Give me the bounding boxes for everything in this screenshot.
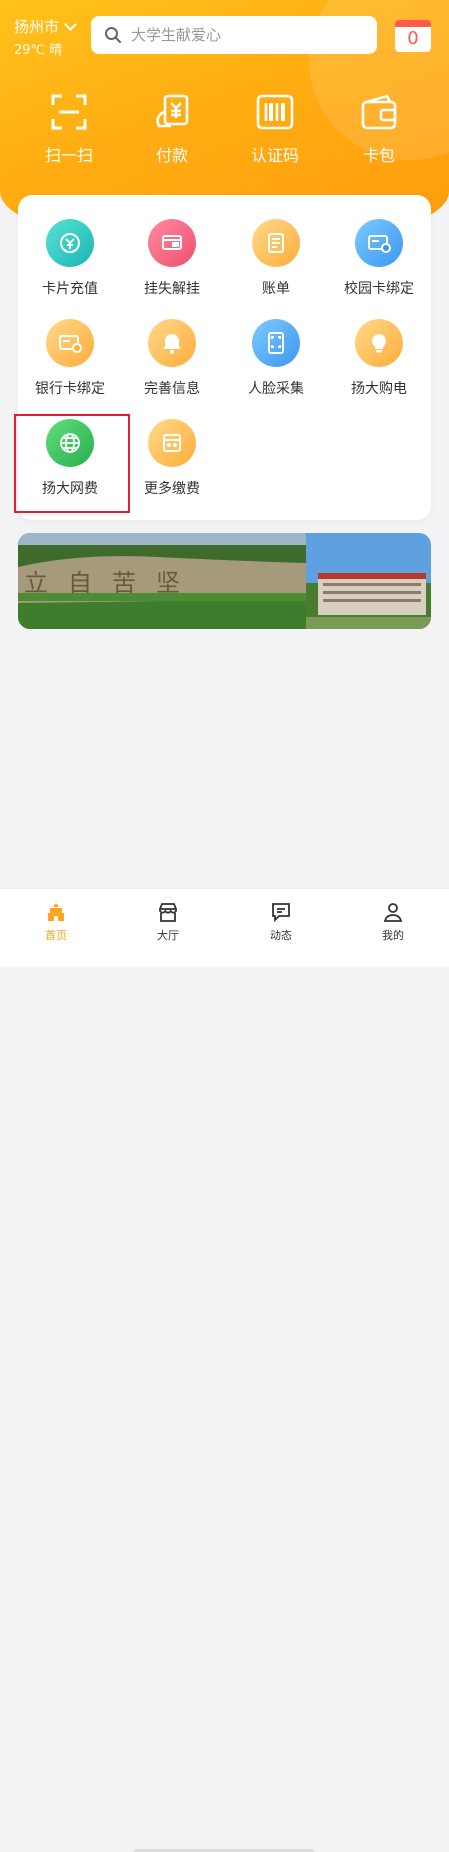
tab-label: 我的: [382, 929, 404, 942]
calculator-icon: [148, 419, 196, 467]
city-name: 扬州市: [14, 18, 60, 36]
service-bank-card-bind[interactable]: 银行卡绑定: [18, 319, 122, 398]
campus-banner[interactable]: 立自苦坚: [18, 533, 431, 629]
city-selector[interactable]: 扬州市 29℃ 晴: [14, 16, 77, 58]
tab-hall[interactable]: 大厅: [133, 901, 203, 943]
stone-inscription: 立自苦坚: [24, 569, 200, 597]
quick-action-label: 扫一扫: [44, 146, 93, 165]
tab-mine[interactable]: 我的: [358, 901, 428, 943]
highlight-box: [14, 414, 130, 513]
tab-label: 大厅: [157, 929, 179, 942]
service-more-payment[interactable]: 更多缴费: [120, 419, 224, 498]
tab-label: 动态: [270, 929, 292, 942]
tab-news[interactable]: 动态: [246, 901, 316, 943]
service-label: 人脸采集: [248, 381, 304, 397]
message-icon: [272, 903, 290, 923]
calendar-button[interactable]: 0: [395, 20, 431, 52]
service-card-recharge[interactable]: 卡片充值: [18, 219, 122, 298]
report-loss-icon: [148, 219, 196, 267]
tab-label: 首页: [45, 929, 67, 942]
bell-icon: [148, 319, 196, 367]
service-campus-card-bind[interactable]: 校园卡绑定: [327, 219, 431, 298]
service-label: 更多缴费: [144, 481, 200, 497]
bottom-tab-bar: 首页 大厅 动态 我的: [0, 888, 449, 1852]
payment-icon: [156, 94, 189, 128]
quick-action-auth-code[interactable]: 认证码: [230, 92, 320, 166]
face-scan-icon: [252, 319, 300, 367]
service-label: 挂失解挂: [144, 281, 200, 297]
chevron-down-icon: [64, 18, 77, 31]
quick-action-wallet[interactable]: 卡包: [334, 92, 424, 166]
scan-icon: [51, 94, 87, 130]
bank-card-bind-icon: [46, 319, 94, 367]
weather-text: 29℃ 晴: [14, 43, 63, 58]
tab-home[interactable]: 首页: [21, 901, 91, 943]
store-icon: [159, 903, 177, 922]
barcode-icon: [256, 94, 294, 130]
quick-action-label: 付款: [155, 146, 188, 165]
service-electricity[interactable]: 扬大购电: [327, 319, 431, 398]
quick-action-label: 认证码: [250, 146, 299, 165]
wallet-icon: [361, 94, 397, 130]
service-label: 完善信息: [144, 381, 200, 397]
service-face-scan[interactable]: 人脸采集: [224, 319, 328, 398]
bill-icon: [252, 219, 300, 267]
campus-photo: 立自苦坚: [18, 533, 431, 629]
calendar-count: 0: [407, 28, 419, 49]
service-label: 银行卡绑定: [35, 381, 105, 397]
service-label: 卡片充值: [42, 281, 98, 297]
search-input[interactable]: [129, 25, 373, 45]
service-bill[interactable]: 账单: [224, 219, 328, 298]
service-label: 账单: [262, 281, 290, 297]
calendar-icon: [395, 20, 431, 27]
search-icon: [105, 27, 121, 43]
card-recharge-icon: [46, 219, 94, 267]
home-icon: [48, 903, 64, 921]
lightbulb-icon: [355, 319, 403, 367]
campus-card-bind-icon: [355, 219, 403, 267]
service-label: 扬大购电: [351, 381, 407, 397]
quick-action-label: 卡包: [362, 146, 395, 165]
quick-action-payment[interactable]: 付款: [127, 92, 217, 166]
service-label: 校园卡绑定: [344, 281, 414, 297]
quick-action-scan[interactable]: 扫一扫: [24, 92, 114, 166]
service-report-loss[interactable]: 挂失解挂: [120, 219, 224, 298]
search-box[interactable]: [91, 16, 377, 54]
service-complete-info[interactable]: 完善信息: [120, 319, 224, 398]
user-icon: [383, 903, 403, 922]
